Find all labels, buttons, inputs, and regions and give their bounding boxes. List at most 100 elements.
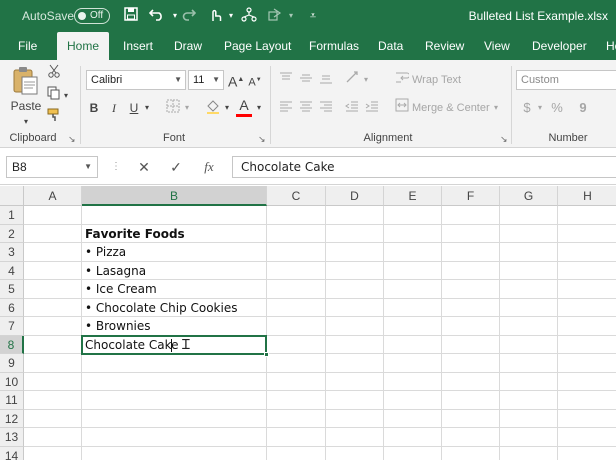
orientation-dropdown-icon[interactable]: ▾ (362, 70, 370, 90)
shrink-font-button[interactable]: A▼ (248, 70, 262, 93)
redo-icon[interactable] (180, 7, 198, 25)
share-icon[interactable] (240, 7, 258, 25)
tab-page-layout[interactable]: Page Layout (214, 32, 301, 60)
row-header-5[interactable]: 5 (0, 280, 24, 299)
underline-button[interactable]: U (126, 98, 142, 118)
bold-button[interactable]: B (86, 98, 102, 118)
cell-b4[interactable]: • Lasagna (82, 262, 146, 280)
row-header-6[interactable]: 6 (0, 298, 24, 317)
comma-button[interactable]: 9 (576, 98, 590, 118)
row-header-10[interactable]: 10 (0, 372, 24, 391)
select-all-corner[interactable] (0, 186, 24, 206)
more-options-icon[interactable]: ⋮ (106, 157, 126, 177)
tab-home[interactable]: Home (57, 32, 110, 60)
row-header-9[interactable]: 9 (0, 354, 24, 373)
formula-input[interactable]: Chocolate Cake (232, 156, 616, 178)
cell-b3[interactable]: • Pizza (82, 243, 126, 261)
row-header-4[interactable]: 4 (0, 261, 24, 280)
borders-icon[interactable] (164, 99, 182, 119)
merge-center-label[interactable]: Merge & Center (412, 98, 490, 118)
chevron-down-icon: ▼ (212, 75, 220, 84)
row-header-8[interactable]: 8 (0, 335, 24, 354)
worksheet-grid[interactable]: ABCDEFGH 1 2 3 4 5 6 7 8 9 10 11 12 13 14 Favorite Fo… (0, 186, 616, 460)
fill-handle[interactable] (264, 352, 269, 357)
column-header-d[interactable]: D (326, 186, 384, 206)
cell-b5[interactable]: • Ice Cream (82, 280, 157, 298)
align-middle-icon[interactable] (298, 70, 314, 90)
column-header-c[interactable]: C (267, 186, 326, 206)
clipboard-launcher-icon[interactable]: ↘ (68, 134, 76, 145)
column-header-g[interactable]: G (500, 186, 558, 206)
align-right-icon[interactable] (318, 98, 334, 118)
tab-developer[interactable]: Developer (522, 32, 597, 60)
tab-review[interactable]: Review (415, 32, 474, 60)
row-header-14[interactable]: 14 (0, 446, 24, 460)
cell-b7[interactable]: • Brownies (82, 317, 151, 335)
column-header-f[interactable]: F (442, 186, 500, 206)
increase-indent-icon[interactable] (364, 98, 380, 118)
wrap-text-icon[interactable] (394, 70, 410, 90)
tab-file[interactable]: File (8, 32, 47, 60)
tab-data[interactable]: Data (368, 32, 413, 60)
font-color-button[interactable]: A (236, 96, 252, 117)
cell-b6[interactable]: • Chocolate Chip Cookies (82, 299, 237, 317)
row-header-13[interactable]: 13 (0, 428, 24, 447)
confirm-entry-icon[interactable]: ✓ (166, 157, 186, 177)
align-top-icon[interactable] (278, 70, 294, 90)
font-size-combo[interactable]: 11 ▼ (188, 70, 224, 90)
paste-dropdown-icon[interactable]: ▾ (18, 112, 34, 132)
grow-font-button[interactable]: A▲ (228, 70, 244, 92)
wrap-text-label[interactable]: Wrap Text (412, 70, 461, 90)
row-header-7[interactable]: 7 (0, 317, 24, 336)
save-icon[interactable] (122, 7, 140, 25)
fill-color-icon[interactable] (204, 98, 222, 120)
row-header-2[interactable]: 2 (0, 224, 24, 243)
italic-button[interactable]: I (106, 98, 122, 118)
insert-function-icon[interactable]: fx (199, 157, 219, 177)
touch-dropdown-icon[interactable]: ▾ (222, 7, 240, 25)
orientation-icon[interactable] (344, 70, 362, 90)
column-header-h[interactable]: H (558, 186, 616, 206)
merge-dropdown-icon[interactable]: ▾ (492, 98, 500, 118)
column-header-e[interactable]: E (384, 186, 442, 206)
align-left-icon[interactable] (278, 98, 294, 118)
align-center-icon[interactable] (298, 98, 314, 118)
autosave-toggle[interactable]: Off (74, 8, 110, 24)
column-header-b[interactable]: B (82, 186, 267, 206)
borders-dropdown-icon[interactable]: ▾ (182, 98, 192, 118)
cut-icon[interactable] (46, 64, 62, 84)
cancel-entry-icon[interactable]: ✕ (134, 157, 154, 177)
percent-button[interactable]: % (550, 98, 564, 118)
currency-button[interactable]: $ (520, 98, 534, 118)
shapes-dropdown-icon[interactable]: ▾ (282, 7, 300, 25)
currency-dropdown-icon[interactable]: ▾ (536, 98, 544, 118)
name-box[interactable]: B8 ▼ (6, 156, 98, 178)
font-name-combo[interactable]: Calibri ▼ (86, 70, 186, 90)
align-bottom-icon[interactable] (318, 70, 334, 90)
font-launcher-icon[interactable]: ↘ (258, 134, 266, 145)
row-header-11[interactable]: 11 (0, 391, 24, 410)
row-header-12[interactable]: 12 (0, 409, 24, 428)
underline-dropdown-icon[interactable]: ▾ (142, 98, 152, 118)
customize-icon[interactable]: ⩡ (304, 7, 322, 25)
tab-formulas[interactable]: Formulas (299, 32, 369, 60)
fill-dropdown-icon[interactable]: ▾ (222, 98, 232, 118)
tab-help[interactable]: He (596, 32, 616, 60)
row-header-1[interactable]: 1 (0, 206, 24, 225)
tab-draw[interactable]: Draw (164, 32, 212, 60)
copy-icon[interactable] (46, 86, 62, 106)
decrease-indent-icon[interactable] (344, 98, 360, 118)
alignment-launcher-icon[interactable]: ↘ (500, 134, 508, 145)
active-cell[interactable]: Chocolate Cake (81, 334, 269, 357)
copy-dropdown-icon[interactable]: ▾ (62, 86, 70, 106)
tab-view[interactable]: View (474, 32, 520, 60)
column-header-a[interactable]: A (24, 186, 82, 206)
format-painter-icon[interactable] (46, 108, 62, 128)
row-header-3[interactable]: 3 (0, 243, 24, 262)
cell-b2[interactable]: Favorite Foods (82, 225, 185, 243)
font-color-dropdown-icon[interactable]: ▾ (254, 98, 264, 118)
merge-center-icon[interactable] (394, 98, 410, 118)
undo-icon[interactable] (148, 7, 166, 25)
tab-insert[interactable]: Insert (113, 32, 163, 60)
number-format-combo[interactable]: Custom (516, 70, 616, 90)
